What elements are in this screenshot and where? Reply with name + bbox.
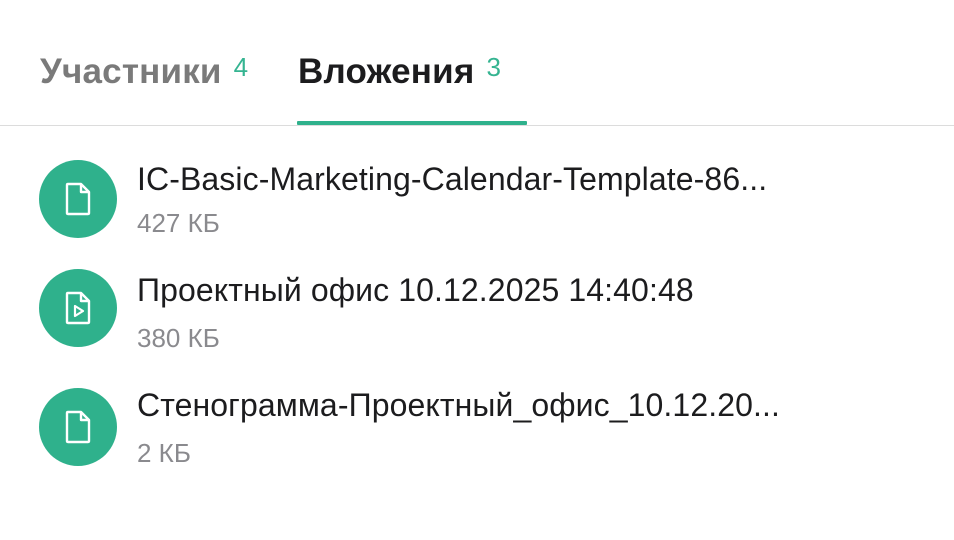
file-size: 2 КБ [137,438,191,468]
file-name: IC-Basic-Marketing-Calendar-Template-86.… [137,161,768,197]
tab-attachments-count: 3 [486,52,501,82]
file-size: 427 КБ [137,208,220,238]
tab-attachments[interactable]: Вложения 3 [298,50,501,126]
list-item[interactable]: IC-Basic-Marketing-Calendar-Template-86.… [0,148,954,258]
document-icon [39,388,117,466]
file-size: 380 КБ [137,323,220,353]
tab-participants-count: 4 [233,52,249,82]
tab-bar: Участники 4 Вложения 3 [0,0,954,126]
tab-participants-label: Участники [40,52,222,91]
active-tab-indicator [297,121,527,125]
list-item[interactable]: Проектный офис 10.12.2025 14:40:48 380 К… [0,263,954,373]
document-icon [39,160,117,238]
tab-attachments-label: Вложения [298,52,475,91]
file-name: Стенограмма-Проектный_офис_10.12.20... [137,387,780,423]
video-file-icon [39,269,117,347]
tab-participants[interactable]: Участники 4 [40,50,248,126]
file-name: Проектный офис 10.12.2025 14:40:48 [137,272,694,308]
list-item[interactable]: Стенограмма-Проектный_офис_10.12.20... 2… [0,378,954,488]
